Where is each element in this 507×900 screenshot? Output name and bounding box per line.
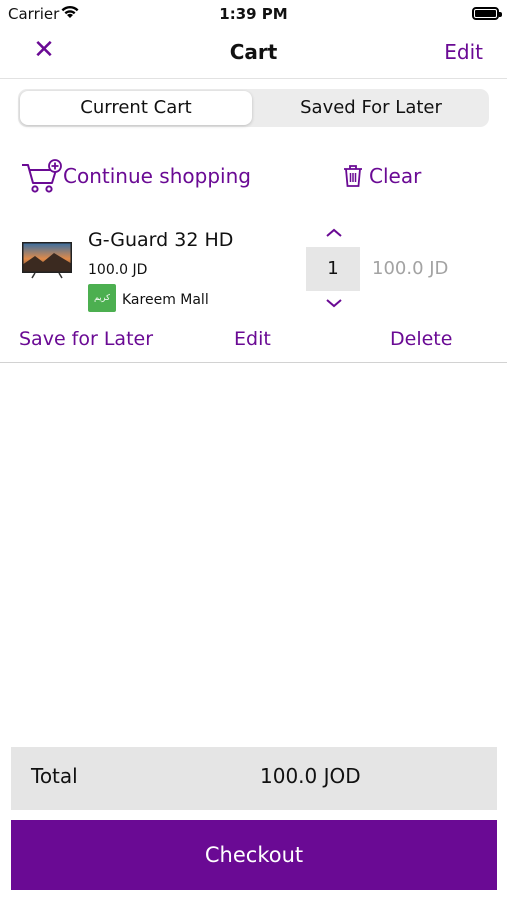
edit-button[interactable]: Edit <box>444 40 483 64</box>
tv-image <box>22 242 72 279</box>
tab-current-cart[interactable]: Current Cart <box>20 91 252 125</box>
edit-item-button[interactable]: Edit <box>234 328 271 350</box>
product-price: 100.0 JD <box>88 262 148 278</box>
total-label: Total <box>31 764 78 788</box>
battery-icon <box>472 7 502 20</box>
delete-item-button[interactable]: Delete <box>390 328 452 350</box>
total-bar: Total 100.0 JOD <box>11 747 497 810</box>
store-name: Kareem Mall <box>122 292 209 308</box>
quantity-increase-button[interactable] <box>322 225 346 241</box>
product-name[interactable]: G-Guard 32 HD <box>88 229 233 251</box>
save-for-later-button[interactable]: Save for Later <box>19 328 153 350</box>
quantity-decrease-button[interactable] <box>322 295 346 311</box>
checkout-button[interactable]: Checkout <box>11 820 497 890</box>
trash-icon <box>344 165 362 187</box>
chevron-down-icon <box>326 299 342 308</box>
store-logo: كريم <box>88 284 116 312</box>
status-bar: Carrier 1:39 PM <box>0 0 507 28</box>
product-thumbnail[interactable] <box>21 236 73 284</box>
chevron-up-icon <box>326 228 342 237</box>
continue-shopping-label: Continue shopping <box>63 164 251 188</box>
cart-plus-icon <box>22 159 62 193</box>
quantity-field[interactable]: 1 <box>306 247 360 291</box>
line-total: 100.0 JD <box>372 258 449 279</box>
clear-label: Clear <box>369 164 422 188</box>
tab-saved-for-later[interactable]: Saved For Later <box>255 91 487 125</box>
page-title: Cart <box>229 40 278 64</box>
divider <box>0 362 507 363</box>
cart-segmented-control: Current Cart Saved For Later <box>18 89 489 127</box>
clock: 1:39 PM <box>219 5 288 23</box>
total-value: 100.0 JOD <box>260 764 361 788</box>
nav-bar: ✕ Cart Edit <box>0 30 507 79</box>
